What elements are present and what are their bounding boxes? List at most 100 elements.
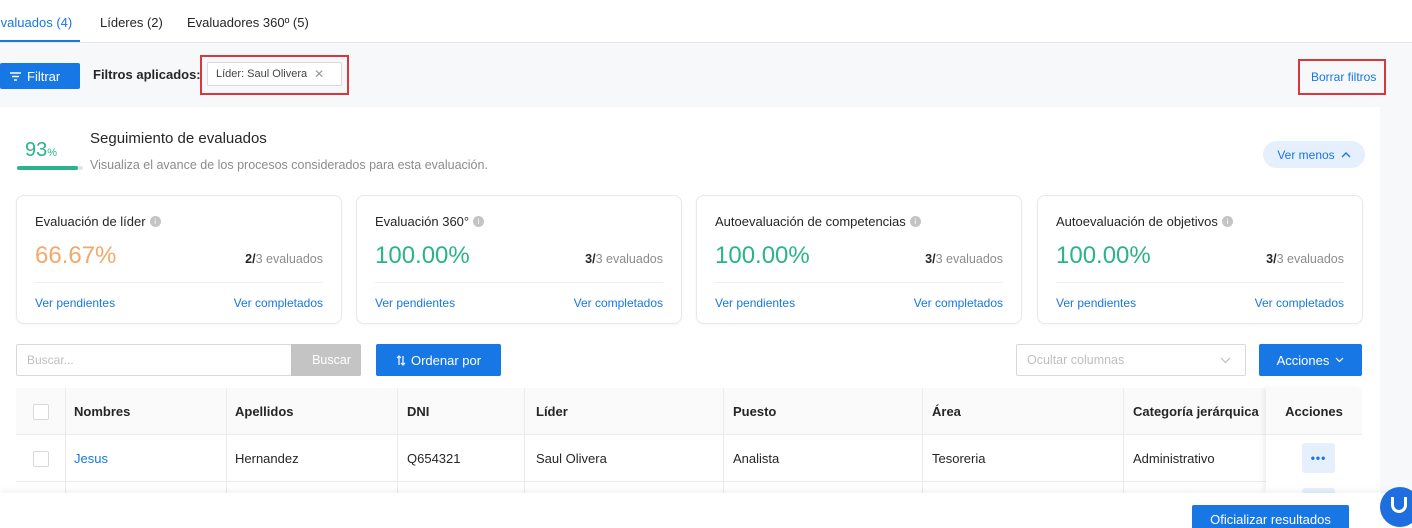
section-subtitle: Visualiza el avance de los procesos cons… xyxy=(90,158,488,172)
sort-button[interactable]: Ordenar por xyxy=(376,344,501,376)
row-select-cell xyxy=(33,435,49,482)
tab-evaluadores-360[interactable]: Evaluadores 360º (5) xyxy=(187,15,309,30)
card-autoevaluacion-competencias: Autoevaluación de competencias i 100.00% … xyxy=(696,195,1022,324)
filter-icon xyxy=(10,71,21,81)
applied-filters-label: Filtros aplicados: xyxy=(93,67,201,82)
cell-categoria: Administrativo xyxy=(1133,451,1215,466)
tab-lideres[interactable]: Líderes (2) xyxy=(100,15,163,30)
card-title: Autoevaluación de competencias i xyxy=(715,214,921,229)
completed-link[interactable]: Ver completados xyxy=(914,296,1003,310)
card-count: 2/3 evaluados xyxy=(245,252,323,266)
info-icon[interactable]: i xyxy=(909,216,921,227)
section-title: Seguimiento de evaluados xyxy=(90,130,267,147)
divider xyxy=(715,282,1003,283)
column-header-area[interactable]: Área xyxy=(932,388,961,435)
info-icon[interactable]: i xyxy=(1221,216,1233,227)
column-divider xyxy=(226,388,227,493)
card-title: Evaluación de líder i xyxy=(35,214,161,229)
column-header-dni[interactable]: DNI xyxy=(407,388,429,435)
column-divider xyxy=(65,388,66,493)
evaluados-table: Nombres Apellidos DNI Líder Puesto Área … xyxy=(16,388,1362,493)
card-title: Autoevaluación de objetivos i xyxy=(1056,214,1233,229)
table-header: Nombres Apellidos DNI Líder Puesto Área … xyxy=(16,388,1362,435)
table-row-partial xyxy=(16,483,1362,493)
sort-button-label: Ordenar por xyxy=(410,352,482,368)
card-percent: 66.67% xyxy=(35,242,117,269)
right-margin xyxy=(1380,107,1412,528)
column-divider xyxy=(524,388,525,493)
collapse-toggle-button[interactable]: Ver menos xyxy=(1263,141,1365,168)
tab-bar: Evaluados (4) Líderes (2) Evaluadores 36… xyxy=(0,0,1412,43)
table-row[interactable]: Jesus Hernandez Q654321 Saul Olivera Ana… xyxy=(16,435,1362,482)
column-header-nombres[interactable]: Nombres xyxy=(74,388,130,435)
card-percent: 100.00% xyxy=(375,242,470,269)
chevron-down-icon xyxy=(1220,357,1231,364)
card-title: Evaluación 360° i xyxy=(375,214,485,229)
search-input[interactable]: Buscar... xyxy=(16,344,292,376)
card-count: 3/3 evaluados xyxy=(925,252,1003,266)
filter-chip-label: Líder: Saul Olivera xyxy=(216,68,308,80)
cell-apellidos: Hernandez xyxy=(235,451,299,466)
cell-nombres[interactable]: Jesus xyxy=(74,435,108,482)
info-icon[interactable]: i xyxy=(473,216,485,227)
divider xyxy=(375,282,663,283)
column-divider xyxy=(1123,388,1124,493)
close-icon[interactable]: ✕ xyxy=(314,67,324,81)
chevron-up-icon xyxy=(1341,152,1351,158)
filter-button-label: Filtrar xyxy=(27,68,61,84)
column-header-lider[interactable]: Líder xyxy=(536,388,568,435)
actions-dropdown-button[interactable]: Acciones xyxy=(1259,344,1362,376)
column-divider xyxy=(922,388,923,493)
pending-link[interactable]: Ver pendientes xyxy=(375,296,455,310)
actions-column: Acciones ••• xyxy=(1266,388,1362,493)
collapse-toggle-label: Ver menos xyxy=(1277,147,1335,162)
column-header-puesto[interactable]: Puesto xyxy=(733,388,776,435)
hide-columns-select[interactable]: Ocultar columnas xyxy=(1016,344,1246,376)
column-header-acciones: Acciones xyxy=(1266,388,1362,435)
clear-filters-link[interactable]: Borrar filtros xyxy=(1311,70,1376,84)
column-header-apellidos[interactable]: Apellidos xyxy=(235,388,294,435)
officialize-results-button[interactable]: Oficializar resultados xyxy=(1192,505,1349,528)
column-header-categoria[interactable]: Categoría jerárquica xyxy=(1133,388,1259,435)
row-checkbox[interactable] xyxy=(33,450,49,467)
overall-percent: 93% xyxy=(25,139,58,161)
pending-link[interactable]: Ver pendientes xyxy=(35,296,115,310)
chevron-down-icon xyxy=(1335,357,1344,363)
card-evaluacion-lider: Evaluación de líder i 66.67% 2/3 evaluado… xyxy=(16,195,342,324)
overall-progress-bar xyxy=(17,166,83,170)
cell-area: Tesoreria xyxy=(932,451,986,466)
select-all-cell xyxy=(33,388,49,435)
cell-puesto: Analista xyxy=(733,451,780,466)
info-icon[interactable]: i xyxy=(149,216,161,227)
active-tab-indicator xyxy=(0,40,80,42)
card-evaluacion-360: Evaluación 360° i 100.00% 3/3 evaluados V… xyxy=(356,195,682,324)
chat-icon[interactable] xyxy=(1380,487,1412,527)
filter-bar: Filtrar Filtros aplicados: Líder: Saul O… xyxy=(0,43,1412,107)
card-percent: 100.00% xyxy=(715,242,810,269)
pending-link[interactable]: Ver pendientes xyxy=(715,296,795,310)
tab-evaluados[interactable]: Evaluados (4) xyxy=(0,15,72,30)
sort-icon xyxy=(396,354,406,366)
card-count: 3/3 evaluados xyxy=(585,252,663,266)
search-button[interactable]: Buscar xyxy=(291,344,361,376)
completed-link[interactable]: Ver completados xyxy=(1255,296,1344,310)
cell-lider: Saul Olivera xyxy=(536,451,607,466)
column-divider xyxy=(723,388,724,493)
overall-progress-fill xyxy=(17,166,79,170)
select-all-checkbox[interactable] xyxy=(33,403,49,420)
divider xyxy=(35,282,323,283)
filter-button[interactable]: Filtrar xyxy=(0,63,80,89)
card-autoevaluacion-objetivos: Autoevaluación de objetivos i 100.00% 3/3… xyxy=(1037,195,1363,324)
card-count: 3/3 evaluados xyxy=(1266,252,1344,266)
row-actions-button[interactable]: ••• xyxy=(1302,443,1335,473)
hide-columns-placeholder: Ocultar columnas xyxy=(1027,353,1125,367)
filter-chip-lider[interactable]: Líder: Saul Olivera ✕ xyxy=(207,62,342,86)
cell-dni: Q654321 xyxy=(407,451,461,466)
card-percent: 100.00% xyxy=(1056,242,1151,269)
pending-link[interactable]: Ver pendientes xyxy=(1056,296,1136,310)
divider xyxy=(1056,282,1344,283)
actions-button-label: Acciones xyxy=(1276,352,1330,368)
completed-link[interactable]: Ver completados xyxy=(234,296,323,310)
column-divider xyxy=(397,388,398,493)
completed-link[interactable]: Ver completados xyxy=(574,296,663,310)
